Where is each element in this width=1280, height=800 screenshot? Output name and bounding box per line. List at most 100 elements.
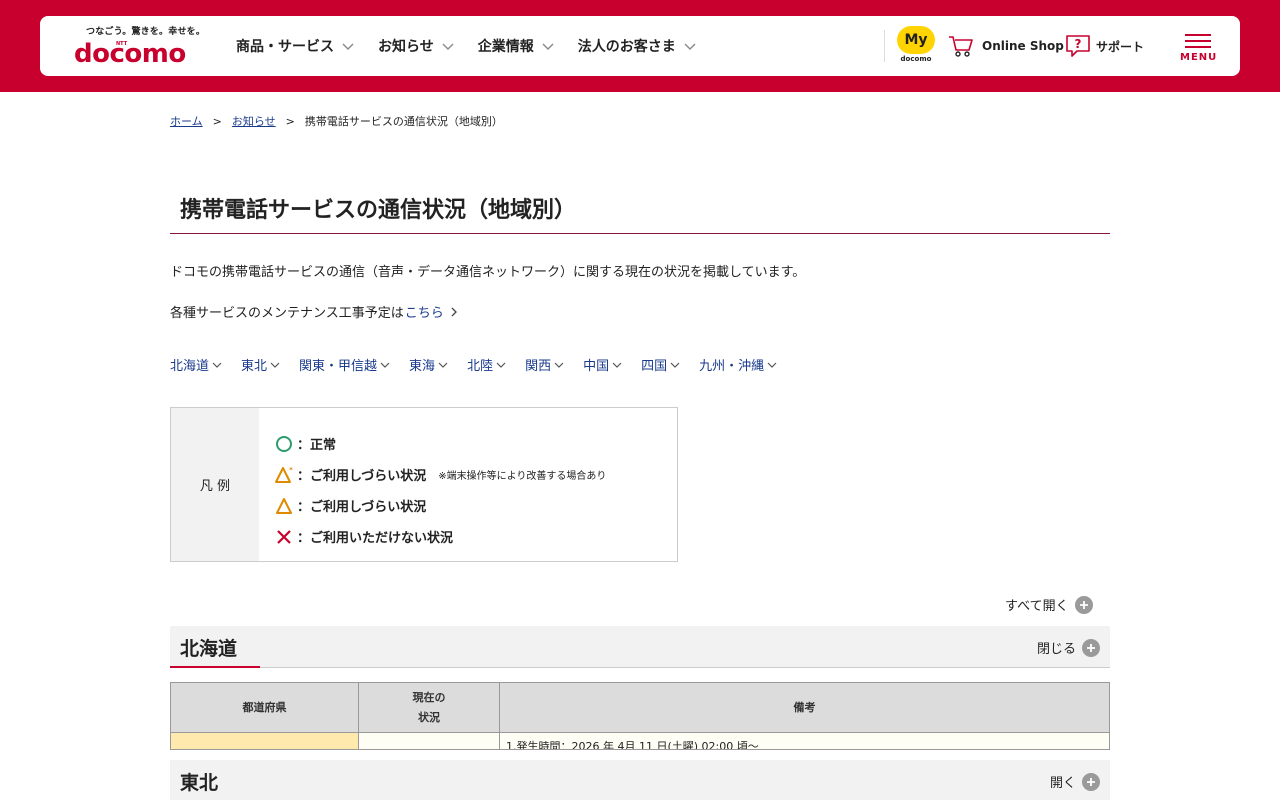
region-label: 東北	[241, 359, 268, 374]
cart-icon	[949, 36, 973, 57]
section-title: 北海道	[180, 638, 238, 660]
maintenance-link-label: こちら	[404, 306, 444, 321]
nav-item-label: お知らせ	[378, 39, 434, 55]
logo-tagline: つなごう。驚きを。幸せを。	[86, 27, 206, 37]
section-toggle-button[interactable]: 開く	[1050, 772, 1100, 791]
region-link-tohoku[interactable]: 東北	[241, 355, 280, 374]
region-link-chugoku[interactable]: 中国	[583, 355, 622, 374]
region-label: 中国	[583, 359, 610, 374]
section-underline	[170, 666, 260, 668]
nav-item-label: 商品・サービス	[236, 39, 334, 55]
region-anchor-nav: 北海道 東北 関東・甲信越 東海 北陸 関西 中国 四国 九州・沖縄	[170, 355, 796, 374]
cross-icon	[277, 529, 291, 544]
th-prefecture: 都道府県	[171, 683, 359, 732]
support-link[interactable]: ? サポート	[1064, 33, 1144, 59]
nav-item-company[interactable]: 企業情報	[478, 36, 554, 56]
svg-text:*: *	[289, 466, 293, 474]
region-link-kansai[interactable]: 関西	[525, 355, 564, 374]
breadcrumb-news[interactable]: お知らせ	[232, 113, 276, 129]
legend-item-limited: ：ご利用しづらい状況	[275, 490, 606, 521]
chevron-down-icon	[670, 362, 680, 368]
docomo-logo[interactable]: つなごう。驚きを。幸せを。 NTT docomo	[74, 24, 206, 69]
plus-circle-icon	[1082, 638, 1100, 657]
chevron-down-icon	[342, 43, 354, 50]
td-remarks: 1.発生時間：2026 年 4月 11 日(土曜) 02:00 頃～	[500, 733, 1109, 749]
chevron-right-icon	[451, 307, 457, 316]
region-link-kanto[interactable]: 関東・甲信越	[299, 355, 390, 374]
region-label: 北陸	[467, 359, 494, 374]
plus-circle-icon	[1082, 772, 1100, 791]
maintenance-link[interactable]: こちら	[405, 302, 458, 321]
question-bubble-icon: ?	[1066, 35, 1090, 57]
nav-item-business[interactable]: 法人のお客さま	[578, 36, 696, 56]
global-nav: 商品・サービス お知らせ 企業情報 法人のお客さま	[236, 16, 720, 76]
section-toggle-label: 閉じる	[1036, 642, 1076, 657]
intro-text: ドコモの携帯電話サービスの通信（音声・データ通信ネットワーク）に関する現在の状況…	[170, 265, 806, 280]
region-link-hokuriku[interactable]: 北陸	[467, 355, 506, 374]
hamburger-icon	[1180, 34, 1216, 48]
chevron-down-icon	[767, 362, 777, 368]
menu-label: MENU	[1180, 52, 1218, 63]
legend-label: ：正常	[297, 438, 337, 453]
region-link-hokkaido[interactable]: 北海道	[170, 355, 222, 374]
chevron-down-icon	[438, 362, 448, 368]
region-link-shikoku[interactable]: 四国	[641, 355, 680, 374]
chevron-down-icon	[684, 43, 696, 50]
chevron-down-icon	[496, 362, 506, 368]
breadcrumb-separator: >	[285, 114, 295, 128]
th-status: 現在の 状況	[359, 683, 500, 732]
region-link-tokai[interactable]: 東海	[409, 355, 448, 374]
my-docomo-sub: docomo	[900, 55, 932, 63]
region-label: 北海道	[170, 359, 210, 374]
menu-button[interactable]: MENU	[1180, 34, 1216, 64]
nav-item-label: 法人のお客さま	[577, 39, 676, 55]
online-shop-link[interactable]: Online Shop	[948, 34, 1064, 58]
circle-icon	[276, 435, 292, 452]
section-toggle-button[interactable]: 閉じる	[1037, 638, 1100, 657]
nav-item-news[interactable]: お知らせ	[378, 36, 454, 56]
breadcrumb-home[interactable]: ホーム	[170, 113, 203, 129]
legend-label: ：ご利用しづらい状況	[297, 469, 427, 484]
breadcrumb: ホーム > お知らせ > 携帯電話サービスの通信状況（地域別）	[170, 113, 503, 129]
title-divider	[170, 233, 1110, 234]
maintenance-text: 各種サービスのメンテナンス工事予定は こちら	[170, 302, 458, 321]
open-all-button[interactable]: すべて開く	[1005, 595, 1093, 614]
legend-note: ※端末操作等により改善する場合あり	[438, 471, 607, 482]
chevron-down-icon	[270, 362, 280, 368]
svg-text:?: ?	[1075, 37, 1082, 51]
section-title: 東北	[180, 772, 219, 794]
section-tohoku: 東北 開く	[170, 760, 1110, 800]
breadcrumb-separator: >	[212, 114, 222, 128]
status-table-hokkaido: 都道府県 現在の 状況 備考 1.発生時間：2026 年 4月 11 日(土曜)…	[170, 682, 1110, 750]
online-shop-label: Online Shop	[982, 39, 1064, 53]
th-remarks: 備考	[793, 700, 816, 714]
chevron-down-icon	[612, 362, 622, 368]
page-title: 携帯電話サービスの通信状況（地域別）	[180, 198, 577, 223]
support-label: サポート	[1096, 39, 1145, 54]
legend-label: ：ご利用いただけない状況	[297, 531, 454, 546]
triangle-icon	[276, 497, 292, 514]
legend-items: ：正常 * ：ご利用しづらい状況 ※端末操作等により改善する場合あり ：ご利用し…	[259, 408, 606, 561]
nav-item-label: 企業情報	[477, 39, 534, 55]
section-hokkaido: 北海道 閉じる	[170, 626, 1110, 668]
my-docomo-button[interactable]: My docomo	[896, 26, 936, 66]
table-header: 都道府県 現在の 状況 備考	[171, 683, 1109, 733]
chevron-down-icon	[542, 43, 554, 50]
region-label: 関西	[525, 359, 552, 374]
logo-wordmark: docomo	[74, 39, 186, 69]
chevron-down-icon	[380, 362, 390, 368]
plus-circle-icon	[1074, 595, 1093, 614]
region-link-kyushu[interactable]: 九州・沖縄	[699, 355, 777, 374]
legend-item-normal: ：正常	[275, 428, 606, 459]
site-header: つなごう。驚きを。幸せを。 NTT docomo 商品・サービス お知らせ 企業…	[40, 16, 1240, 76]
section-toggle-label: 開く	[1049, 776, 1076, 791]
header-divider	[884, 30, 885, 62]
region-label: 関東・甲信越	[299, 359, 378, 374]
nav-item-products[interactable]: 商品・サービス	[236, 36, 354, 56]
legend-item-unavailable: ：ご利用いただけない状況	[275, 521, 606, 552]
legend-label: ：ご利用しづらい状況	[297, 500, 427, 515]
open-all-label: すべて開く	[1005, 599, 1069, 614]
td-prefecture	[171, 733, 359, 749]
chevron-down-icon	[554, 362, 564, 368]
maintenance-prefix: 各種サービスのメンテナンス工事予定は	[170, 306, 404, 321]
